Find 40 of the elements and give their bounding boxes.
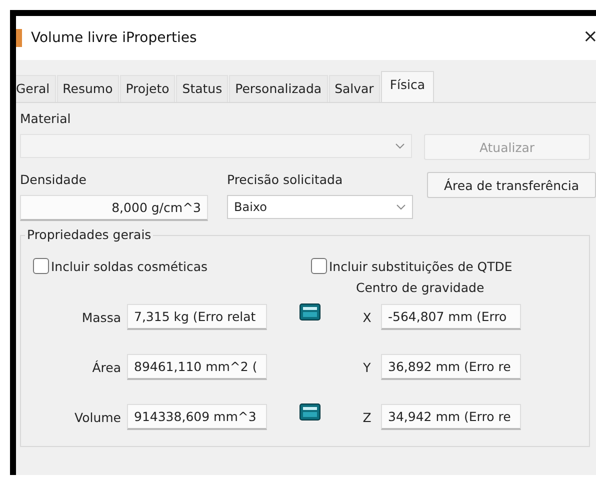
tab[interactable]: Personalizada bbox=[229, 75, 328, 102]
axis-label: Z bbox=[362, 410, 372, 424]
property-label: Massa bbox=[80, 310, 122, 324]
checkbox-box[interactable] bbox=[311, 258, 327, 274]
clipboard-button[interactable]: Área de transferência bbox=[427, 172, 596, 198]
coordinate-field[interactable]: -564,807 mm (Erro bbox=[381, 304, 521, 330]
checkbox-label: Incluir soldas cosméticas bbox=[51, 258, 208, 274]
checkbox[interactable]: Incluir soldas cosméticas bbox=[33, 258, 311, 274]
axis-label: Y bbox=[362, 360, 372, 374]
checkbox-label: Incluir substituições de QTDE bbox=[329, 258, 512, 274]
precision-label: Precisão solicitada bbox=[227, 172, 344, 187]
density-label: Densidade bbox=[20, 172, 88, 187]
property-label: Área bbox=[91, 360, 122, 374]
chevron-down-icon bbox=[396, 204, 406, 210]
chevron-down-icon bbox=[395, 143, 405, 149]
calculator-icon[interactable] bbox=[299, 303, 321, 321]
tab[interactable]: Física bbox=[380, 71, 434, 102]
coordinate-field[interactable]: 36,892 mm (Erro re bbox=[381, 354, 521, 380]
property-field[interactable]: 914338,609 mm^3 bbox=[127, 404, 267, 430]
close-button[interactable]: × bbox=[582, 26, 596, 47]
property-label: Volume bbox=[74, 410, 122, 424]
checkbox-box[interactable] bbox=[33, 258, 49, 274]
tab[interactable]: Salvar bbox=[328, 75, 380, 102]
tab[interactable]: Status bbox=[176, 75, 228, 102]
coordinate-field[interactable]: 34,942 mm (Erro re bbox=[381, 404, 521, 430]
density-field[interactable]: 8,000 g/cm^3 bbox=[20, 195, 208, 221]
tab[interactable]: Geral bbox=[16, 75, 56, 102]
axis-label: X bbox=[362, 310, 372, 324]
app-icon bbox=[16, 29, 22, 47]
checkbox[interactable]: Incluir substituições de QTDE bbox=[311, 258, 589, 274]
window-title: Volume livre iProperties bbox=[31, 30, 197, 46]
center-of-gravity-label: Centro de gravidade bbox=[356, 280, 486, 295]
calculator-icon[interactable] bbox=[299, 403, 321, 421]
property-field[interactable]: 89461,110 mm^2 ( bbox=[127, 354, 267, 380]
property-field[interactable]: 7,315 kg (Erro relat bbox=[127, 304, 267, 330]
group-title: Propriedades gerais bbox=[25, 227, 154, 242]
precision-dropdown[interactable]: Baixo bbox=[227, 195, 413, 219]
material-label: Material bbox=[20, 111, 72, 126]
tab[interactable]: Projeto bbox=[120, 75, 176, 102]
tab[interactable]: Resumo bbox=[56, 75, 119, 102]
